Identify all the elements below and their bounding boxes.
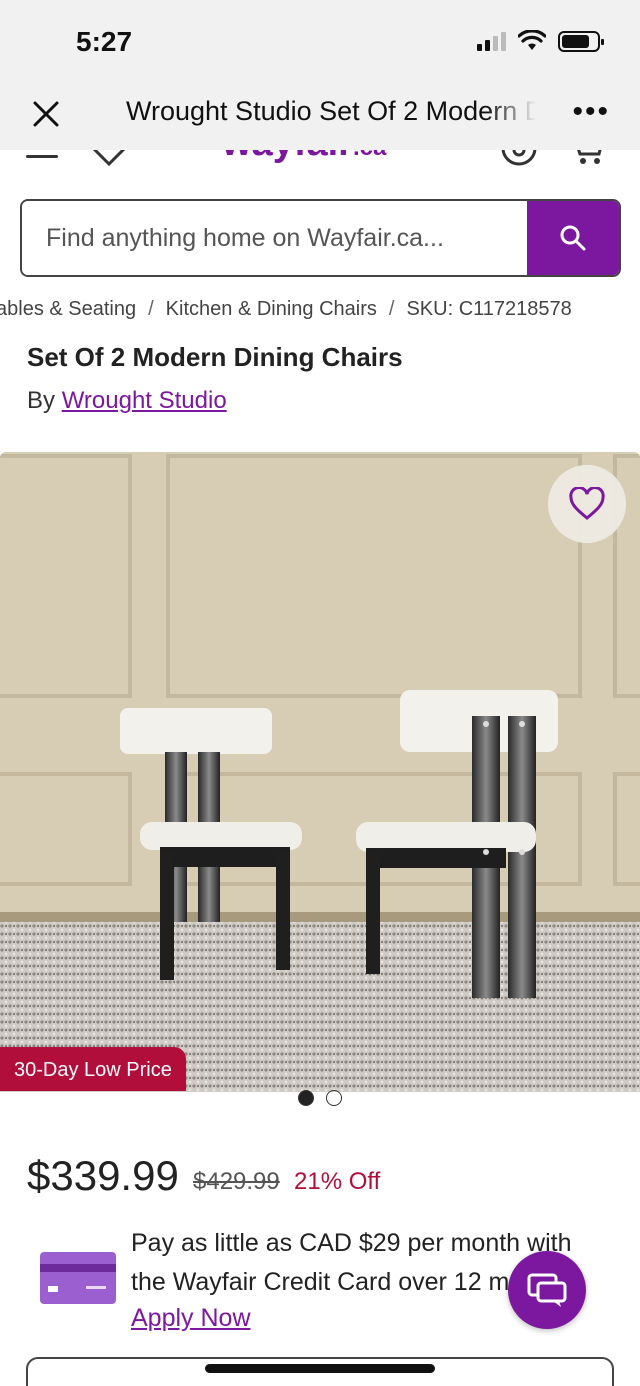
- site-header: wayfair.ca: [0, 150, 640, 190]
- status-icons: [477, 30, 604, 52]
- product-title: Set Of 2 Modern Dining Chairs: [27, 342, 403, 372]
- search-button[interactable]: [527, 201, 619, 275]
- account-icon[interactable]: [500, 150, 538, 168]
- product-image[interactable]: [0, 452, 640, 1092]
- more-options-button[interactable]: •••: [572, 97, 610, 127]
- cart-icon[interactable]: [572, 150, 608, 168]
- breadcrumb-item-tables-seating[interactable]: Tables & Seating: [0, 298, 136, 321]
- page-title: Wrought Studio Set Of 2 Modern Dining Ch…: [126, 96, 536, 126]
- chat-button[interactable]: [508, 1251, 586, 1329]
- breadcrumb-separator: /: [388, 298, 395, 320]
- close-icon[interactable]: [28, 96, 64, 132]
- search-bar: [20, 199, 621, 277]
- credit-card-icon: [40, 1252, 116, 1304]
- breadcrumb: Tables & Seating / Kitchen & Dining Chai…: [0, 298, 640, 321]
- apply-now-link[interactable]: Apply Now: [131, 1304, 251, 1333]
- breadcrumb-sku: SKU: C117218578: [406, 298, 572, 320]
- discount-label: 21% Off: [294, 1168, 381, 1195]
- cellular-signal-icon: [477, 31, 506, 51]
- favorite-button[interactable]: [548, 465, 626, 543]
- carousel-dot[interactable]: [326, 1090, 342, 1106]
- home-indicator: [205, 1364, 435, 1373]
- browser-header: 5:27 Wrought Studio Set Of 2 Modern Dini…: [0, 0, 640, 150]
- heart-icon: [569, 487, 605, 520]
- search-icon: [560, 225, 586, 251]
- image-carousel-dots: [298, 1090, 342, 1106]
- wayfair-logo[interactable]: wayfair.ca: [222, 150, 386, 165]
- wifi-icon: [518, 30, 546, 50]
- brand-link[interactable]: Wrought Studio: [62, 387, 227, 414]
- search-input[interactable]: [22, 201, 527, 275]
- status-time: 5:27: [76, 26, 133, 57]
- current-price: $339.99: [27, 1152, 179, 1199]
- brand-line: By Wrought Studio: [27, 387, 227, 415]
- deals-tag-icon[interactable]: [92, 150, 126, 166]
- carousel-dot[interactable]: [298, 1090, 314, 1106]
- was-price: $429.99: [193, 1168, 280, 1195]
- chat-icon: [527, 1273, 567, 1307]
- by-label: By: [27, 387, 56, 414]
- menu-icon[interactable]: [26, 150, 58, 166]
- breadcrumb-separator: /: [148, 298, 154, 320]
- low-price-badge: 30-Day Low Price: [0, 1047, 186, 1091]
- breadcrumb-item-kitchen-dining-chairs[interactable]: Kitchen & Dining Chairs: [166, 298, 377, 321]
- battery-icon: [558, 30, 604, 52]
